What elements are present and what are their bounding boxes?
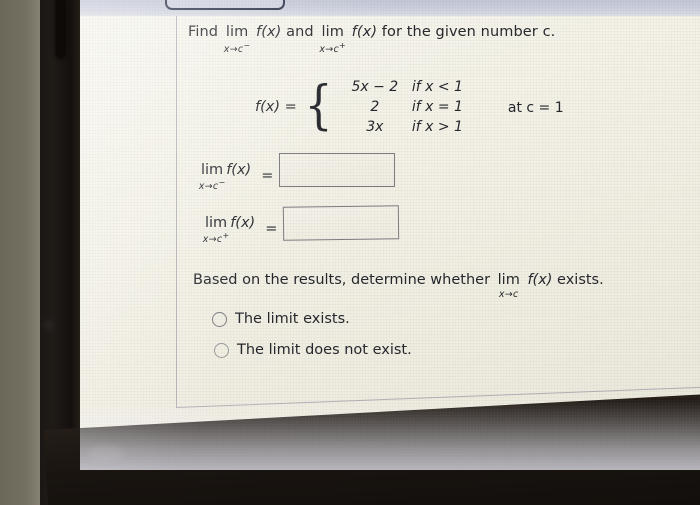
conclusion-prompt: Based on the results, determine whether … <box>193 272 604 300</box>
limit-subscript: x→c− <box>198 178 226 193</box>
prompt-suffix: for the given number c. <box>381 24 556 40</box>
answer-row-left-limit: lim x→c− f(x) = <box>198 153 396 193</box>
camera-slot-icon <box>56 0 65 58</box>
left-brace-icon: { <box>304 76 333 136</box>
answer-input-right-limit[interactable] <box>283 205 400 241</box>
piecewise-condition: if x < 1 <box>411 79 463 95</box>
conclusion-limit: lim x→c <box>497 272 520 300</box>
option-limit-exists[interactable]: The limit exists. <box>212 311 350 327</box>
conclusion-text-after: exists. <box>557 272 604 288</box>
answer-limit-expression: lim x→c− <box>199 161 225 193</box>
piecewise-rows: 5x − 2 if x < 1 2 if x = 1 3x if x > 1 <box>338 79 498 135</box>
limit-subscript: x→c− <box>223 40 251 55</box>
limit-side-sign: + <box>222 231 230 241</box>
device-screen: Find lim x→c− f(x) and lim x→c+ f(x) for… <box>80 0 700 470</box>
question-content: Find lim x→c− f(x) and lim x→c+ f(x) for… <box>80 0 700 470</box>
piecewise-value: 2 <box>370 99 380 115</box>
piecewise-value: 3x <box>366 119 384 135</box>
answer-limit-expression: lim x→c+ <box>203 214 229 246</box>
option-label: The limit exists. <box>235 311 350 327</box>
limit-subscript: x→c+ <box>319 40 347 55</box>
answer-function: f(x) <box>230 215 256 231</box>
at-c-value: at c = 1 <box>507 100 564 116</box>
answer-row-right-limit: lim x→c+ f(x) = <box>202 205 400 246</box>
limit-subscript: x→c <box>498 288 519 300</box>
piecewise-function-label: f(x) = <box>255 99 297 115</box>
piecewise-condition: if x > 1 <box>411 119 463 135</box>
limit-operator: lim <box>497 272 520 288</box>
prompt-function-left: f(x) <box>256 24 282 40</box>
limit-subscript: x→c+ <box>202 231 230 246</box>
prompt-conjunction: and <box>286 24 314 40</box>
prompt-function-right: f(x) <box>351 24 378 40</box>
limit-side-sign: − <box>218 178 226 188</box>
screen-smudge <box>88 445 124 461</box>
option-limit-does-not-exist[interactable]: The limit does not exist. <box>214 342 412 358</box>
equals-sign: = <box>261 168 274 184</box>
equals-sign: = <box>265 221 278 237</box>
limit-operator: lim <box>205 214 228 231</box>
piecewise-value: 5x − 2 <box>351 79 399 95</box>
answer-function: f(x) <box>226 162 252 178</box>
radio-button-icon[interactable] <box>212 311 227 327</box>
piecewise-definition: f(x) = { 5x − 2 if x < 1 2 if x = 1 3x i… <box>255 79 564 135</box>
screen-smudge <box>44 320 54 330</box>
conclusion-text-before: Based on the results, determine whether <box>193 272 491 288</box>
limit-side-sign: + <box>339 40 347 50</box>
limit-side-sign: − <box>243 40 251 50</box>
screenshot-root: Find lim x→c− f(x) and lim x→c+ f(x) for… <box>0 0 700 505</box>
option-label: The limit does not exist. <box>237 342 412 358</box>
prompt-limit-left: lim x→c− <box>224 24 250 55</box>
prompt-limit-right: lim x→c+ <box>319 24 345 55</box>
piecewise-condition: if x = 1 <box>411 99 463 115</box>
conclusion-function: f(x) <box>527 272 553 288</box>
answer-input-left-limit[interactable] <box>279 153 396 187</box>
limit-operator: lim <box>321 24 344 40</box>
limit-operator: lim <box>201 161 224 178</box>
prompt-prefix: Find <box>188 24 219 40</box>
radio-button-icon[interactable] <box>214 342 229 358</box>
question-prompt: Find lim x→c− f(x) and lim x→c+ f(x) for… <box>188 24 556 55</box>
limit-operator: lim <box>225 24 249 40</box>
